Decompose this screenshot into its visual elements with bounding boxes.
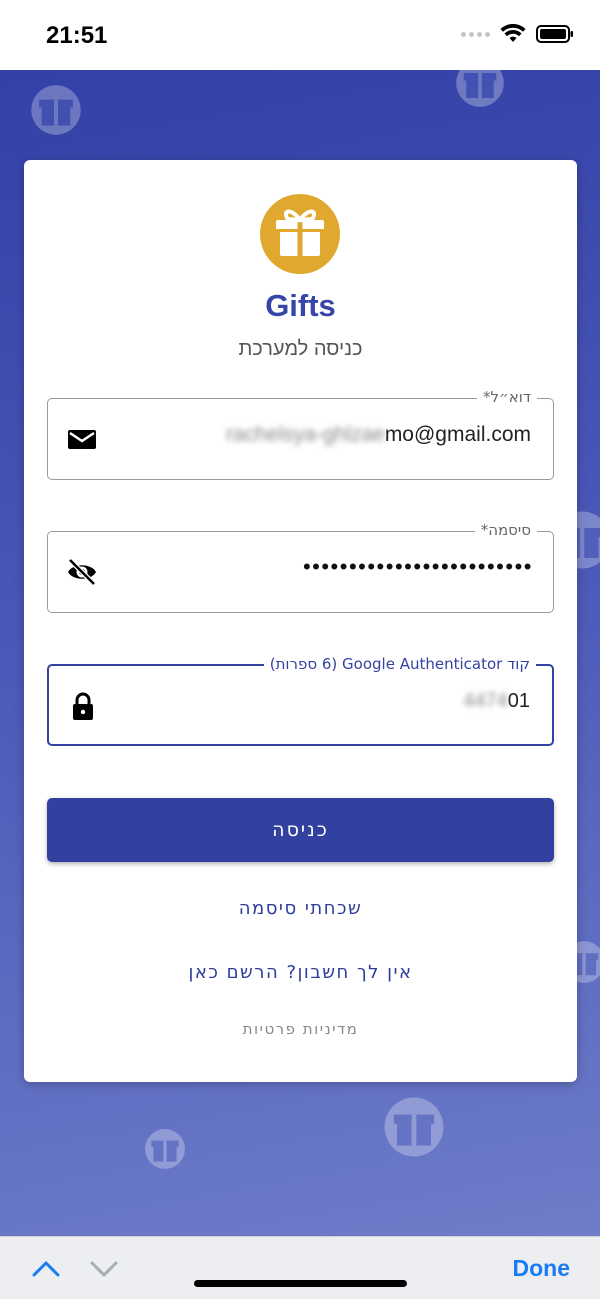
email-value[interactable]: rachelsya-ghlzaemo@gmail.com (226, 423, 531, 447)
code-obscured-part: 4474 (463, 690, 508, 712)
login-card: Gifts כניסה למערכת דוא״ל* rachelsya-ghlz… (24, 160, 577, 1082)
chevron-up-icon[interactable] (30, 1255, 62, 1281)
login-subtitle: כניסה למערכת (238, 338, 363, 360)
status-icons (461, 24, 574, 44)
password-value[interactable]: ••••••••••••••••••••••••• (303, 554, 533, 580)
email-domain-part: mo@gmail.com (384, 423, 531, 446)
mail-icon (68, 430, 96, 449)
login-button[interactable]: כניסה (47, 798, 554, 862)
wifi-icon (500, 24, 526, 42)
status-bar: 21:51 (0, 0, 600, 70)
signal-icon (461, 31, 490, 37)
done-button[interactable]: Done (513, 1255, 571, 1282)
privacy-policy-link[interactable]: מדיניות פרטיות (24, 1020, 577, 1038)
email-label: דוא״ל* (477, 388, 537, 406)
password-field[interactable]: סיסמה* ••••••••••••••••••••••••• (47, 521, 554, 613)
authenticator-code-field[interactable]: קוד Google Authenticator (6 ספרות) 44740… (47, 655, 554, 746)
password-label: סיסמה* (474, 521, 537, 539)
gift-icon (31, 85, 81, 135)
authenticator-code-value[interactable]: 447401 (463, 690, 530, 713)
chevron-down-icon[interactable] (88, 1255, 120, 1281)
email-field[interactable]: דוא״ל* rachelsya-ghlzaemo@gmail.com (47, 388, 554, 480)
forgot-password-link[interactable]: שכחתי סיסמה (24, 898, 577, 919)
status-time: 21:51 (46, 22, 108, 49)
register-link[interactable]: אין לך חשבון? הרשם כאן (24, 962, 577, 983)
eye-off-icon[interactable] (66, 556, 98, 588)
app-title: Gifts (265, 288, 336, 323)
keyboard-toolbar: Done (0, 1236, 600, 1299)
authenticator-code-label: קוד Google Authenticator (6 ספרות) (263, 655, 536, 673)
gift-icon (384, 1097, 444, 1157)
home-indicator (194, 1280, 407, 1287)
gift-logo-icon (260, 194, 340, 274)
battery-icon (536, 25, 573, 43)
code-visible-part: 01 (507, 690, 530, 712)
gift-icon (456, 70, 504, 107)
lock-icon (73, 692, 93, 720)
email-obscured-part: rachelsya-ghlzae (226, 423, 385, 446)
gift-icon (145, 1129, 185, 1169)
